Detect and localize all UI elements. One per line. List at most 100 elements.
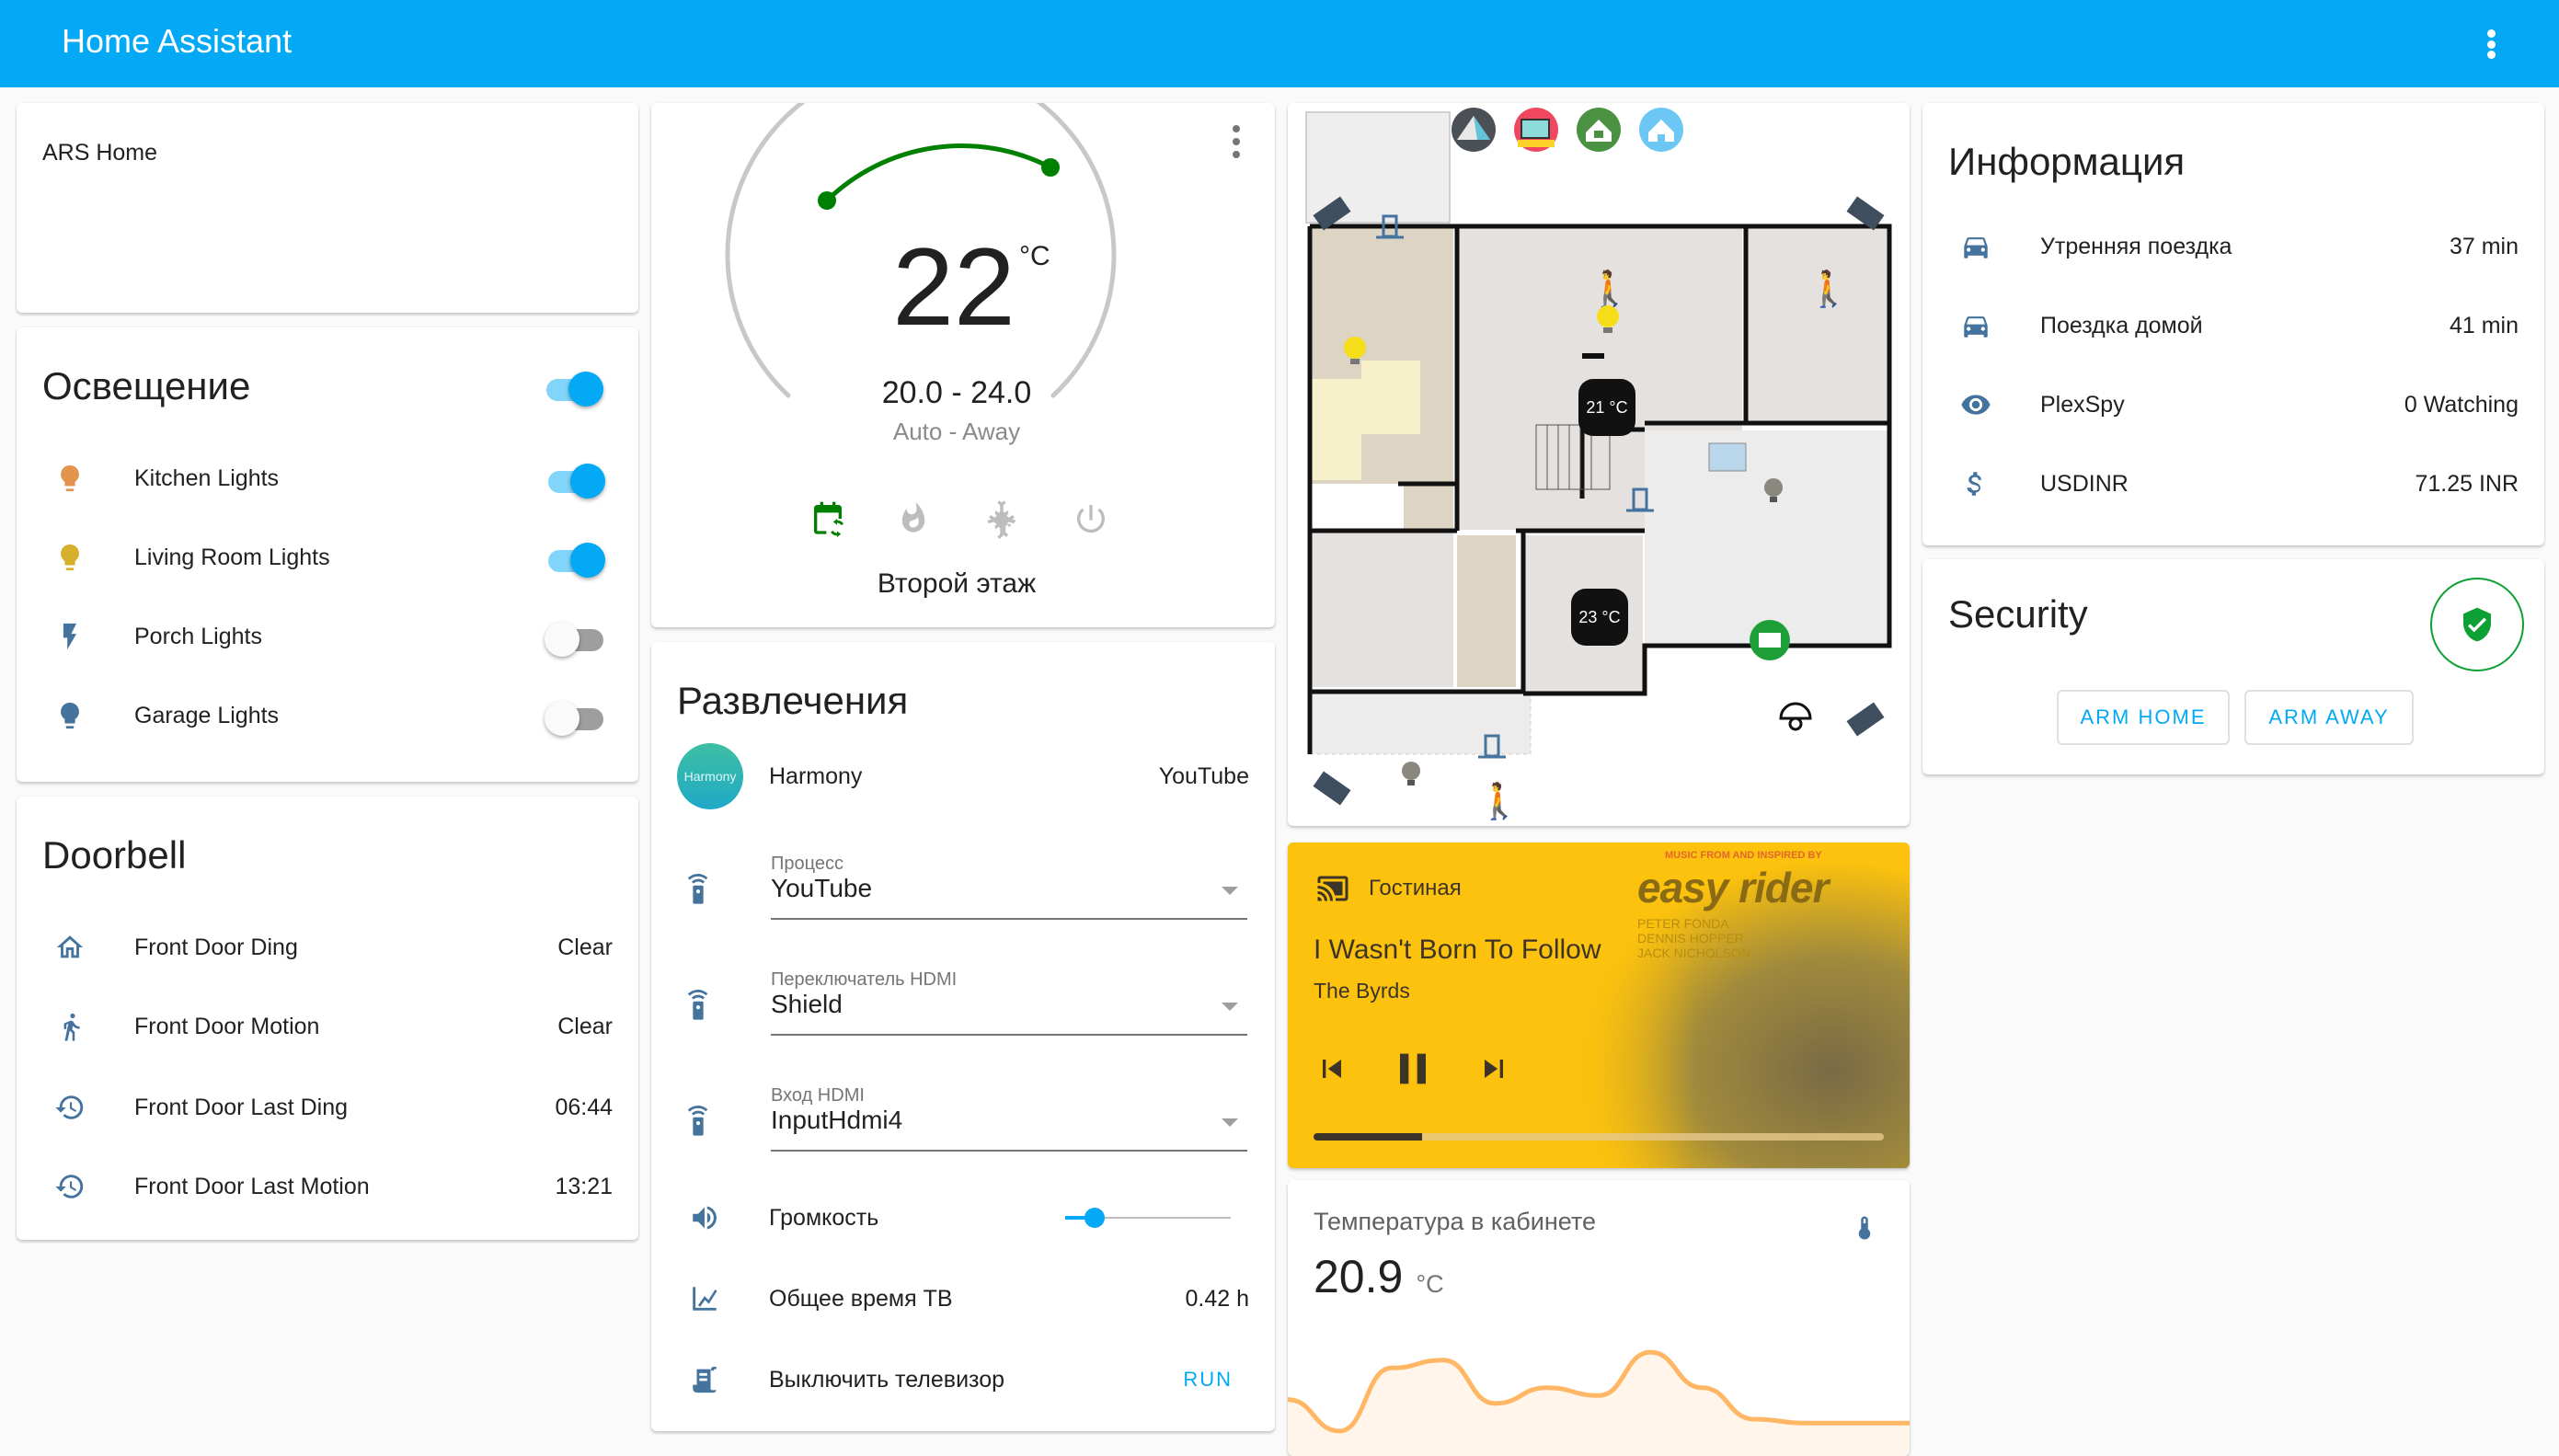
room-garage: [1645, 430, 1889, 646]
light-label: Kitchen Lights: [134, 464, 280, 491]
light-toggle[interactable]: [545, 618, 605, 657]
dots-vertical-icon[interactable]: [2480, 26, 2502, 63]
home-lock-open-icon[interactable]: [1577, 108, 1621, 152]
light-toggle[interactable]: [545, 539, 605, 578]
doorbell-camera-icon[interactable]: [1779, 702, 1812, 731]
media-title: I Wasn't Born To Follow: [1314, 934, 1601, 965]
thermostat-name: Второй этаж: [877, 568, 1037, 599]
sensor-card[interactable]: Температура в кабинете 20.9 °C: [1288, 1180, 1910, 1456]
tv-time-label: Общее время ТВ: [769, 1285, 953, 1312]
light-label: Living Room Lights: [134, 544, 330, 570]
room-sw: [1310, 531, 1453, 687]
doorbell-row[interactable]: Front Door Ding Clear: [42, 920, 613, 975]
floorplan-card: 🚶 🚶 🚶 21 °C 23 °C: [1288, 103, 1910, 826]
lighting-card: Освещение Kitchen Lights Living Room Ligh…: [17, 327, 638, 782]
light-row[interactable]: Garage Lights: [42, 688, 613, 743]
doorbell-card: Doorbell Front Door Ding Clear Front Door …: [17, 797, 638, 1240]
skip-previous-icon[interactable]: [1314, 1050, 1350, 1087]
doorbell-label: Front Door Last Motion: [134, 1173, 370, 1199]
app-title: Home Assistant: [62, 22, 293, 60]
input-select[interactable]: Процесс YouTube: [771, 854, 1247, 920]
doorbell-value: 06:44: [555, 1094, 613, 1120]
tv-icon[interactable]: [1514, 108, 1558, 152]
remote-icon: [687, 990, 708, 1020]
floorplan-thermostat-1[interactable]: 21 °C: [1578, 379, 1635, 436]
shield-check-icon: [2463, 607, 2491, 642]
car-icon: [1964, 237, 1988, 258]
camera-icon[interactable]: [1846, 702, 1885, 737]
walk-icon[interactable]: 🚶: [1807, 269, 1850, 309]
skip-next-icon[interactable]: [1475, 1050, 1512, 1087]
camera-icon[interactable]: [1313, 771, 1351, 806]
arm-home-button[interactable]: ARM HOME: [2057, 690, 2230, 745]
arm-away-button[interactable]: ARM AWAY: [2244, 690, 2414, 745]
walk-icon: [63, 1013, 80, 1041]
light-row[interactable]: Porch Lights: [42, 609, 613, 664]
info-row[interactable]: USDINR 71.25 INR: [1948, 456, 2519, 511]
doorbell-row[interactable]: Front Door Last Motion 13:21: [42, 1159, 613, 1214]
light-label: Porch Lights: [134, 623, 262, 649]
floorplan-thermostat-2[interactable]: 23 °C: [1571, 589, 1628, 646]
info-row[interactable]: PlexSpy 0 Watching: [1948, 377, 2519, 432]
select-value: Shield: [771, 990, 843, 1018]
thermostat-current-temp: 22: [892, 225, 1016, 349]
harmony-row[interactable]: Harmony Harmony YouTube: [677, 739, 1249, 813]
fire-icon[interactable]: [896, 499, 931, 539]
dial-low-handle[interactable]: [818, 191, 836, 210]
light-off-icon[interactable]: [1402, 762, 1420, 785]
doorbell-value: Clear: [557, 934, 613, 960]
walk-icon[interactable]: 🚶: [1588, 269, 1631, 309]
info-row[interactable]: Утренняя поездка 37 min: [1948, 219, 2519, 274]
ars-home-card: ARS Home: [17, 103, 638, 313]
security-card: Security ARM HOME ARM AWAY: [1922, 559, 2544, 774]
doorbell-value: 13:21: [555, 1173, 613, 1199]
sensor-history-area: [1288, 1352, 1910, 1456]
security-state-badge[interactable]: [2430, 578, 2524, 671]
smart-home-icon[interactable]: [1639, 108, 1683, 152]
doorbell-label: Front Door Motion: [134, 1013, 320, 1039]
info-row[interactable]: Поездка домой 41 min: [1948, 298, 2519, 353]
power-icon[interactable]: [1073, 499, 1109, 539]
input-select[interactable]: Переключатель HDMI Shield: [771, 969, 1247, 1036]
home-assistant-logo-icon[interactable]: [1452, 108, 1496, 152]
input-select[interactable]: Вход HDMI InputHdmi4: [771, 1085, 1247, 1152]
doorbell-value: Clear: [557, 1013, 613, 1039]
auto-calendar-icon[interactable]: [809, 499, 846, 539]
media-artist: The Byrds: [1314, 979, 1410, 1003]
light-toggle[interactable]: [545, 460, 605, 499]
cast-connected-icon[interactable]: [1314, 872, 1352, 905]
volume-knob[interactable]: [1084, 1208, 1106, 1228]
chevron-down-icon: [1222, 887, 1238, 895]
lighting-master-toggle[interactable]: [543, 368, 603, 407]
sensor-unit: °C: [1416, 1270, 1444, 1298]
sensor-history-graph: [1288, 1349, 1910, 1456]
remote-icon: [687, 874, 708, 904]
chevron-down-icon: [1222, 1118, 1238, 1127]
floorplan[interactable]: 🚶 🚶 🚶 21 °C 23 °C: [1288, 103, 1910, 826]
car-icon: [1964, 316, 1988, 338]
light-row[interactable]: Kitchen Lights: [42, 451, 613, 506]
ars-home-title: ARS Home: [42, 140, 158, 166]
dial-high-handle[interactable]: [1041, 158, 1060, 177]
select-label: Переключатель HDMI: [771, 969, 958, 990]
run-button[interactable]: RUN: [1183, 1368, 1233, 1392]
doorbell-title: Doorbell: [42, 833, 187, 877]
album-art-credit: PETER FONDA: [1637, 916, 1729, 931]
sensor-title: Температура в кабинете: [1314, 1208, 1596, 1235]
pause-icon[interactable]: [1387, 1043, 1439, 1095]
walk-icon[interactable]: 🚶: [1477, 781, 1520, 821]
sensor-value: 20.9: [1314, 1251, 1404, 1302]
home-outline-icon: [56, 935, 84, 958]
svg-text:23 °C: 23 °C: [1578, 608, 1620, 626]
media-progress[interactable]: [1314, 1133, 1884, 1141]
doorbell-row[interactable]: Front Door Last Ding 06:44: [42, 1080, 613, 1135]
snowflake-icon[interactable]: [982, 499, 1021, 539]
script-text-icon: [693, 1366, 717, 1393]
light-row[interactable]: Living Room Lights: [42, 530, 613, 585]
doorbell-row[interactable]: Front Door Motion Clear: [42, 999, 613, 1054]
light-toggle[interactable]: [545, 697, 605, 736]
tv-time-row[interactable]: Общее время ТВ 0.42 h: [677, 1271, 1249, 1326]
info-value: 37 min: [2449, 233, 2519, 259]
garage-icon[interactable]: [1750, 620, 1790, 660]
volume-slider[interactable]: [1065, 1204, 1231, 1232]
